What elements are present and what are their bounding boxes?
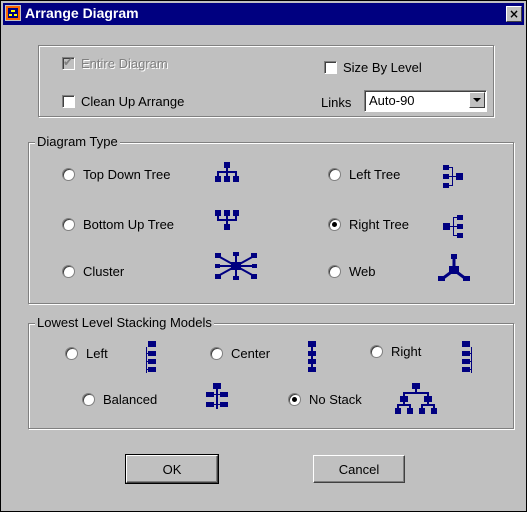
diagram-type-label: Diagram Type [35,134,120,149]
radio-circle [328,168,341,181]
stack-left-icon [146,341,156,373]
stack-left-label: Left [86,346,108,361]
right-tree-label: Right Tree [349,217,409,232]
stacking-models-label: Lowest Level Stacking Models [35,315,214,330]
size-by-level-label: Size By Level [343,60,422,75]
links-dropdown-value: Auto-90 [369,93,415,108]
radio-circle [210,347,223,360]
close-button[interactable]: × [506,6,522,22]
left-tree-icon [443,165,463,188]
left-tree-label: Left Tree [349,167,401,182]
radio-bottom-up-tree[interactable]: Bottom Up Tree [62,217,174,232]
radio-web[interactable]: Web [328,264,376,279]
no-stack-label: No Stack [309,392,362,407]
radio-circle [370,345,383,358]
no-stack-icon [395,383,437,414]
radio-stack-center[interactable]: Center [210,346,270,361]
checkbox-box [62,55,75,70]
top-down-tree-icon [215,162,239,182]
chevron-down-icon[interactable] [469,92,485,108]
radio-circle [328,265,341,278]
radio-cluster[interactable]: Cluster [62,264,124,279]
entire-diagram-label: Entire Diagram [81,56,168,71]
radio-stack-left[interactable]: Left [65,346,108,361]
radio-circle [82,393,95,406]
cluster-icon [215,252,257,280]
radio-right-tree[interactable]: Right Tree [328,217,409,232]
right-tree-icon [443,215,463,238]
links-label: Links [321,95,352,110]
cancel-button-label: Cancel [338,461,380,477]
stack-right-icon [462,341,472,373]
ok-button[interactable]: OK [125,454,219,484]
radio-top-down-tree[interactable]: Top Down Tree [62,167,170,182]
dialog-title: Arrange Diagram [25,5,139,21]
cluster-label: Cluster [83,264,125,279]
entire-diagram-checkbox[interactable]: Entire Diagram [62,55,168,71]
radio-circle [62,218,75,231]
close-icon: × [508,7,520,21]
radio-no-stack[interactable]: No Stack [288,392,362,407]
stack-balanced-label: Balanced [103,392,158,407]
checkbox-box [324,61,337,74]
radio-circle [328,218,341,231]
radio-circle [62,168,75,181]
bottom-up-tree-label: Bottom Up Tree [83,217,175,232]
stack-right-label: Right [391,344,422,359]
arrange-diagram-dialog: Arrange Diagram × Entire Diagram Size By… [0,0,527,512]
ok-button-label: OK [162,461,182,477]
clean-up-arrange-label: Clean Up Arrange [81,94,185,109]
radio-circle [65,347,78,360]
stacking-models-group: Lowest Level Stacking Models [28,315,514,429]
top-down-tree-label: Top Down Tree [83,167,171,182]
cancel-button[interactable]: Cancel [313,455,405,483]
checkbox-box [62,95,75,108]
radio-left-tree[interactable]: Left Tree [328,167,400,182]
links-dropdown[interactable]: Auto-90 [364,90,487,112]
web-label: Web [349,264,376,279]
size-by-level-checkbox[interactable]: Size By Level [324,60,422,75]
radio-stack-right[interactable]: Right [370,344,421,359]
stack-center-label: Center [231,346,271,361]
bottom-up-tree-icon [215,210,239,230]
radio-circle [62,265,75,278]
radio-circle [288,393,301,406]
stack-center-icon [308,341,316,372]
app-icon [5,5,21,21]
stack-balanced-icon [206,383,228,409]
radio-stack-balanced[interactable]: Balanced [82,392,157,407]
web-icon [438,254,470,281]
clean-up-arrange-checkbox[interactable]: Clean Up Arrange [62,94,184,109]
title-bar[interactable]: Arrange Diagram × [3,3,524,25]
